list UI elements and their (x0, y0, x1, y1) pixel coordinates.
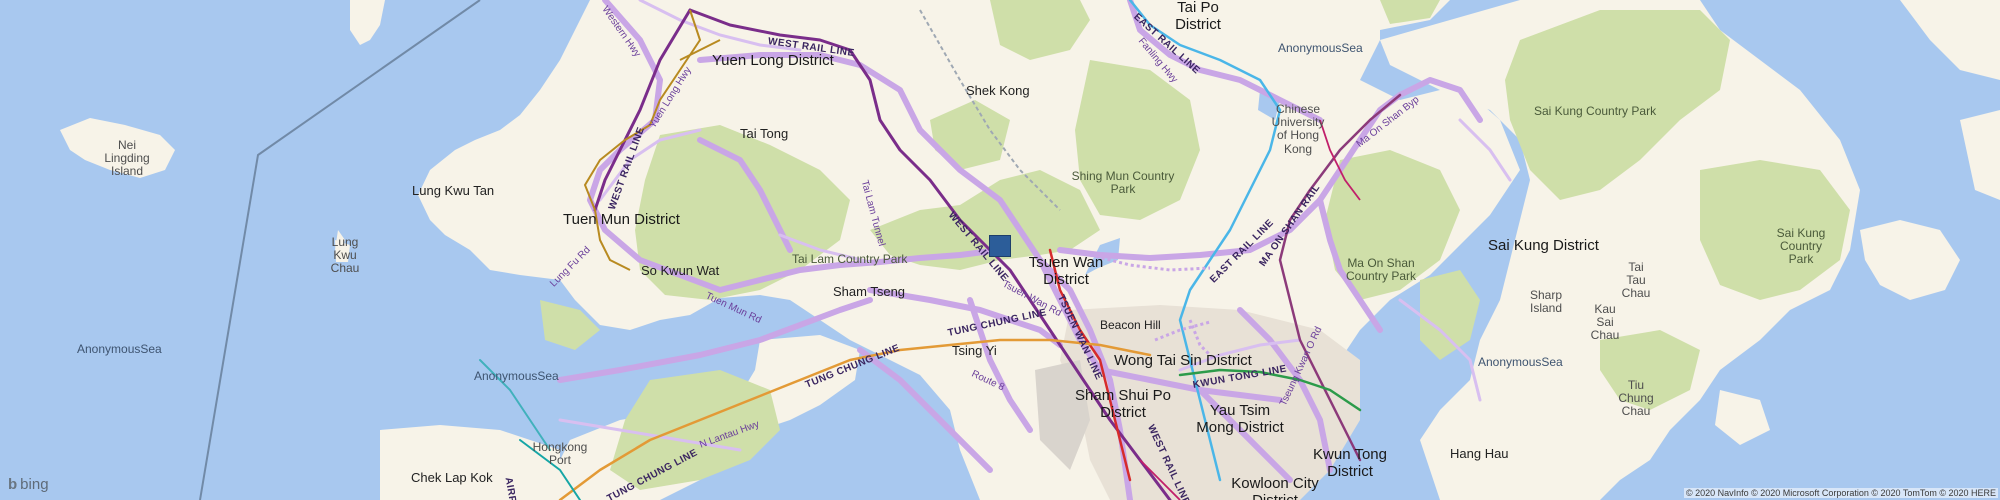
place-tsuen-wan: Tsuen Wan District (1028, 254, 1104, 288)
place-kowloon-city: Kowloon City District (1231, 475, 1319, 500)
place-tiu-chung-chau: Tiu Chung Chau (1618, 378, 1654, 419)
place-shing-mun-country-park: Shing Mun Country Park (1071, 169, 1175, 197)
place-tai-tau-chau: Tai Tau Chau (1621, 260, 1651, 301)
place-anonymous-sea-ne: AnonymousSea (1278, 41, 1363, 55)
place-beacon-hill: Beacon Hill (1100, 318, 1161, 332)
place-hongkong-port: Hongkong Port (532, 440, 588, 468)
place-lung-kwu-tan: Lung Kwu Tan (412, 183, 495, 198)
place-tuen-mun: Tuen Mun District (563, 211, 680, 228)
place-wong-tai-sin: Wong Tai Sin District (1114, 352, 1252, 369)
place-chek-lap-kok: Chek Lap Kok (411, 470, 493, 485)
bing-logo-text: bing (20, 476, 49, 493)
place-sai-kung-district: Sai Kung District (1488, 237, 1599, 254)
place-anonymous-sea-w: AnonymousSea (77, 342, 162, 356)
place-shek-kong: Shek Kong (966, 83, 1030, 98)
place-hang-hau: Hang Hau (1450, 446, 1509, 461)
bing-logo[interactable]: b bing (8, 476, 49, 493)
place-kwun-tong: Kwun Tong District (1313, 446, 1387, 480)
place-anonymous-sea-sw: AnonymousSea (474, 369, 559, 383)
place-nei-lingding-island: Nei Lingding Island (104, 138, 150, 179)
place-sai-kung-country-park-2: Sai Kung Country Park (1776, 226, 1826, 267)
bing-logo-icon: b (8, 476, 18, 493)
place-yau-tsim-mong: Yau Tsim Mong District (1196, 402, 1284, 436)
place-sham-shui-po: Sham Shui Po District (1075, 387, 1171, 421)
place-sai-kung-country-park: Sai Kung Country Park (1534, 104, 1657, 118)
place-so-kwun-wat: So Kwun Wat (641, 263, 720, 278)
place-sham-tseng: Sham Tseng (833, 284, 906, 299)
place-tai-tong: Tai Tong (740, 126, 789, 141)
place-ma-on-shan-country-park: Ma On Shan Country Park (1345, 256, 1417, 284)
copyright-notice: © 2020 NavInfo © 2020 Microsoft Corporat… (1683, 488, 1998, 498)
place-kau-sai-chau: Kau Sai Chau (1590, 302, 1620, 343)
place-yuen-long: Yuen Long District (712, 52, 834, 69)
place-lung-kwu-chau: Lung Kwu Chau (330, 235, 360, 276)
place-tai-po: Tai Po District (1175, 0, 1221, 33)
place-tai-lam-country-park: Tai Lam Country Park (792, 252, 908, 266)
place-anonymous-sea-e: AnonymousSea (1478, 355, 1563, 369)
location-marker[interactable] (989, 235, 1011, 257)
map-view[interactable]: Tai Po District Yuen Long District Anony… (0, 0, 2000, 500)
place-cuhk: Chinese University of Hong Kong (1271, 102, 1325, 156)
place-tsing-yi: Tsing Yi (952, 343, 997, 358)
place-sharp-island: Sharp Island (1529, 288, 1563, 316)
